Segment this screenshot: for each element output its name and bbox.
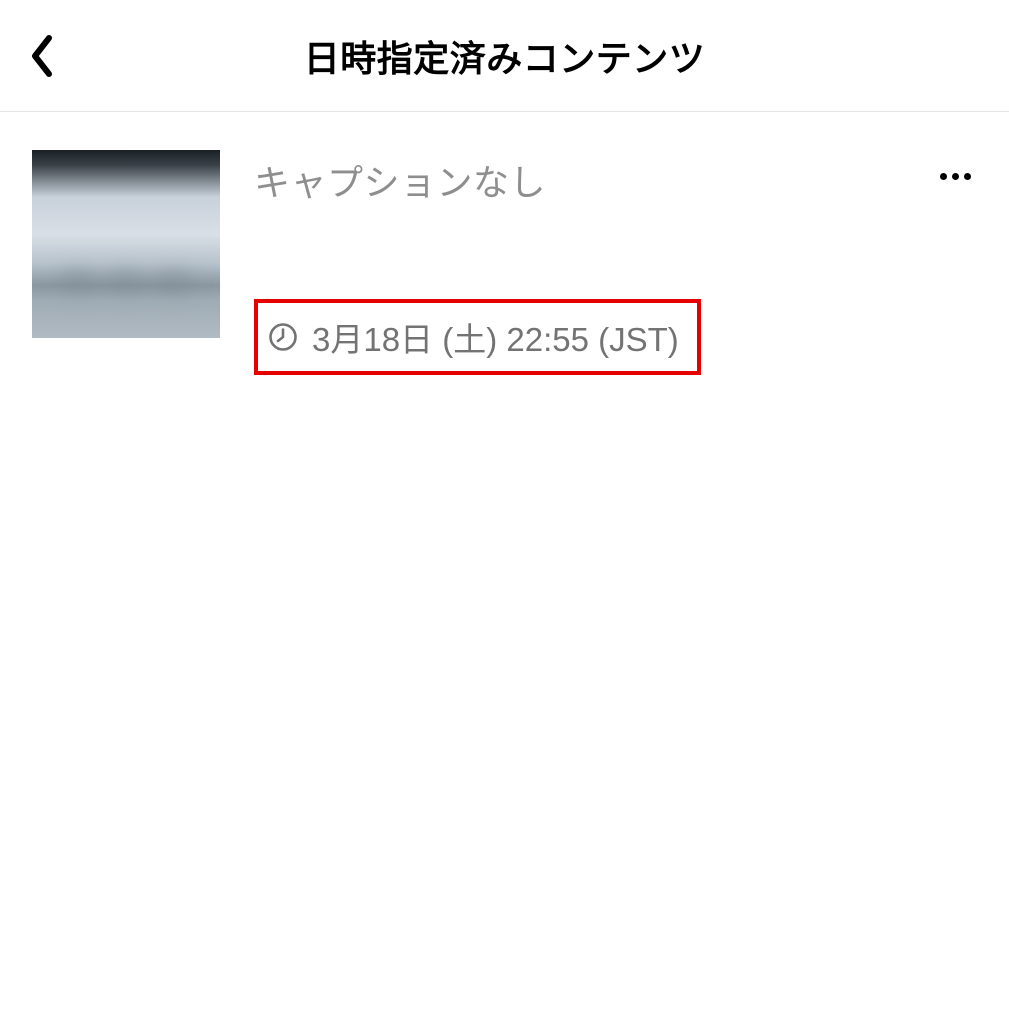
caption-label: キャプションなし — [254, 154, 977, 206]
content-list: キャプションなし 3月18日 (土) 22:55 (JST) — [0, 112, 1009, 413]
header: 日時指定済みコンテンツ — [0, 0, 1009, 112]
more-dots-icon — [952, 173, 959, 180]
page-title: 日時指定済みコンテンツ — [0, 30, 1009, 82]
content-thumbnail — [32, 150, 220, 338]
back-button[interactable] — [22, 36, 62, 76]
item-details: キャプションなし 3月18日 (土) 22:55 (JST) — [220, 150, 977, 375]
schedule-info-box: 3月18日 (土) 22:55 (JST) — [254, 299, 701, 375]
chevron-left-icon — [29, 34, 55, 78]
schedule-date-text: 3月18日 (土) 22:55 (JST) — [312, 313, 679, 361]
scheduled-content-item[interactable]: キャプションなし 3月18日 (土) 22:55 (JST) — [32, 150, 977, 375]
more-dots-icon — [964, 173, 971, 180]
clock-icon — [268, 322, 298, 352]
more-options-button[interactable] — [937, 166, 973, 186]
more-dots-icon — [940, 173, 947, 180]
